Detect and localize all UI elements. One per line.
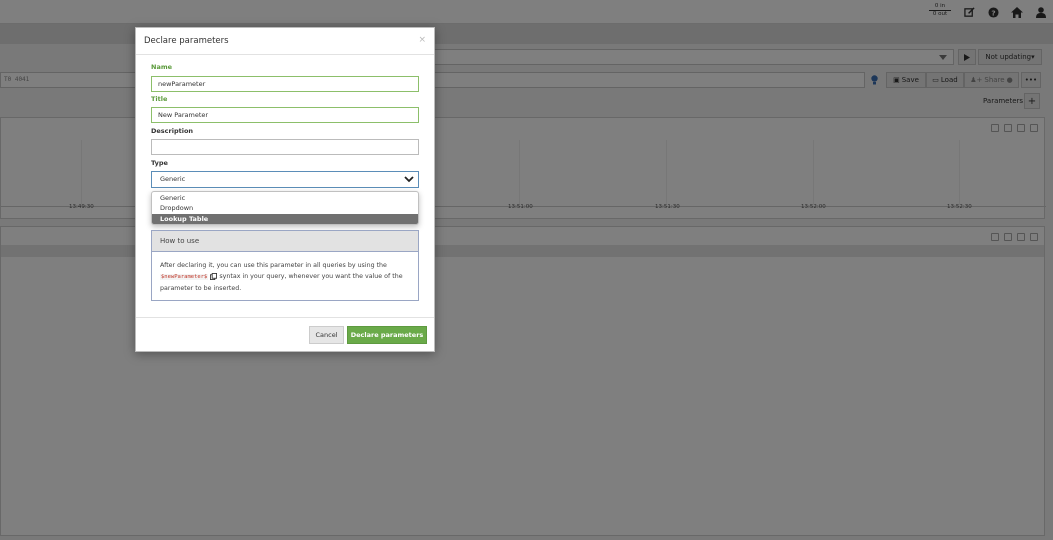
- description-label: Description: [151, 127, 194, 135]
- type-select-value: Generic: [160, 175, 186, 183]
- cancel-button[interactable]: Cancel: [309, 326, 344, 344]
- modal-title: Declare parameters: [144, 36, 229, 46]
- modal-footer-divider: [136, 317, 434, 318]
- type-dropdown-list: Generic Dropdown Lookup Table: [151, 191, 419, 225]
- modal-header: Declare parameters ×: [136, 28, 434, 55]
- close-icon[interactable]: ×: [418, 35, 426, 45]
- name-label: Name: [151, 63, 173, 71]
- type-option-lookup-table[interactable]: Lookup Table: [152, 214, 418, 224]
- copy-icon[interactable]: [210, 272, 218, 280]
- name-input[interactable]: newParameter: [151, 76, 419, 92]
- description-input[interactable]: [151, 139, 419, 155]
- title-input[interactable]: New Parameter: [151, 107, 419, 123]
- type-option-generic[interactable]: Generic: [152, 193, 418, 203]
- chevron-down-icon: [404, 176, 414, 183]
- parameter-syntax-code: $newParameter$: [160, 274, 209, 280]
- type-label: Type: [151, 159, 168, 167]
- how-to-use-title: How to use: [152, 231, 418, 252]
- how-to-use-text-part1: After declaring it, you can use this par…: [160, 262, 387, 269]
- how-to-use-text: After declaring it, you can use this par…: [160, 260, 412, 294]
- declare-parameters-modal: Declare parameters × Name newParameter T…: [135, 27, 435, 352]
- type-option-dropdown[interactable]: Dropdown: [152, 203, 418, 213]
- declare-parameters-button[interactable]: Declare parameters: [347, 326, 427, 344]
- title-label: Title: [151, 95, 168, 103]
- how-to-use-box: How to use After declaring it, you can u…: [151, 230, 419, 301]
- type-select[interactable]: Generic: [151, 171, 419, 188]
